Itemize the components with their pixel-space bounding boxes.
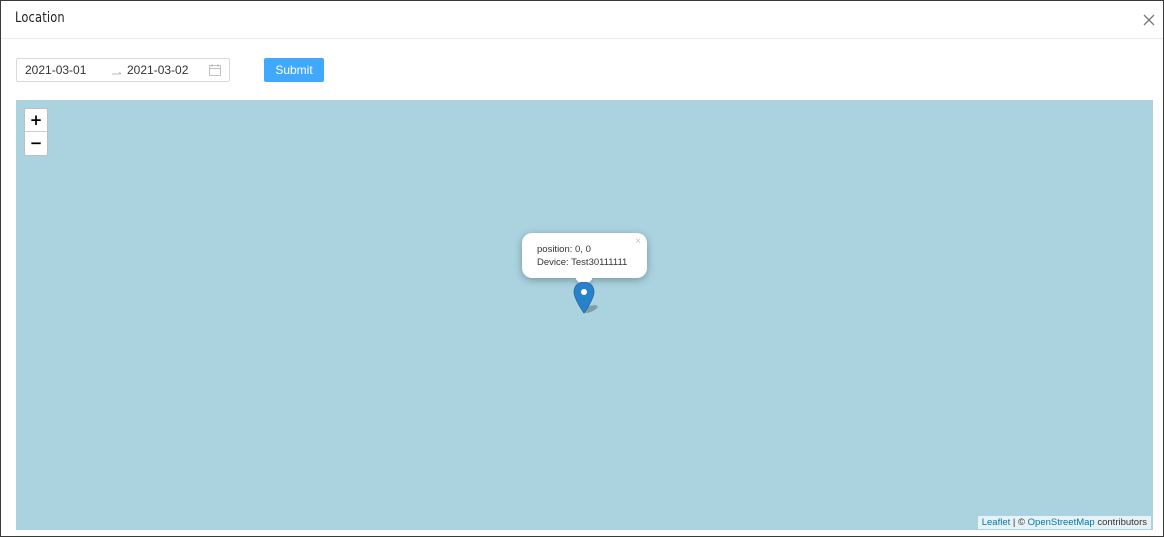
modal-header: Location — [1, 1, 1163, 39]
submit-button[interactable]: Submit — [264, 58, 324, 82]
popup-device-text: Device: Test30111111 — [537, 256, 628, 268]
popup-content: position: 0, 0 Device: Test30111111 — [537, 244, 627, 269]
close-icon[interactable] — [1141, 12, 1157, 28]
marker-popup: × position: 0, 0 Device: Test30111111 — [522, 233, 647, 288]
openstreetmap-link[interactable]: OpenStreetMap — [1028, 517, 1095, 528]
location-modal: Location Submit + − — [0, 0, 1164, 537]
modal-title: Location — [15, 10, 65, 26]
popup-position-text: position: 0, 0 — [537, 244, 591, 255]
map-pin-icon[interactable] — [573, 281, 603, 316]
date-range-picker[interactable] — [16, 58, 230, 82]
map-attribution: Leaflet | © OpenStreetMap contributors — [977, 516, 1151, 529]
attribution-separator: | © — [1012, 517, 1025, 528]
end-date-input[interactable] — [127, 59, 207, 81]
popup-close-button[interactable]: × — [635, 236, 641, 247]
start-date-input[interactable] — [25, 59, 105, 81]
map-view[interactable]: + − × position: 0, 0 Device: Test3011111… — [16, 100, 1153, 530]
date-separator — [111, 63, 123, 80]
zoom-out-button[interactable]: − — [25, 132, 47, 155]
calendar-icon[interactable] — [209, 64, 221, 76]
toolbar: Submit — [1, 39, 1163, 99]
attribution-suffix: contributors — [1097, 517, 1147, 528]
zoom-control: + − — [24, 108, 48, 156]
zoom-in-button[interactable]: + — [25, 109, 47, 132]
leaflet-link[interactable]: Leaflet — [982, 517, 1011, 528]
